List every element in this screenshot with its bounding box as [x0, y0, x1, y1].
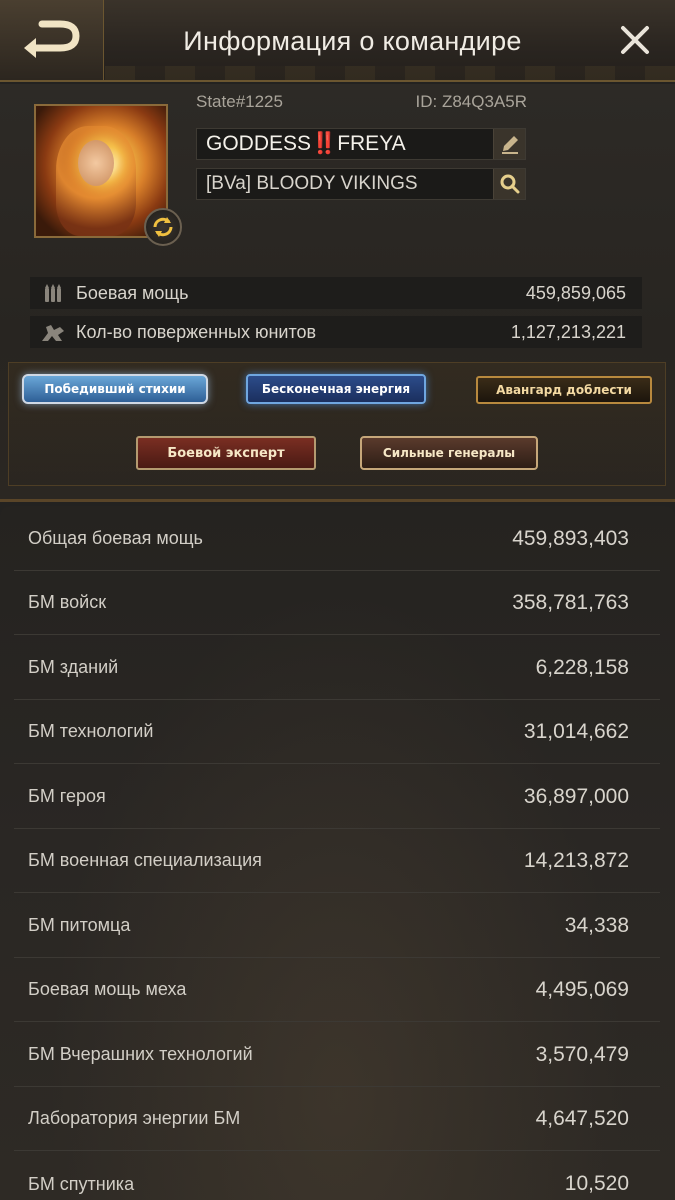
stat-label: Кол-во поверженных юнитов: [76, 321, 317, 342]
back-button[interactable]: [0, 0, 104, 80]
stat-value: 459,859,065: [525, 282, 626, 303]
row-label: БМ войск: [28, 592, 107, 612]
list-item: Боевая мощь меха 4,495,069: [14, 958, 660, 1022]
alliance-field: [BVa] BLOODY VIKINGS: [196, 168, 526, 200]
row-label: Лаборатория энергии БМ: [28, 1108, 241, 1128]
commander-id: ID: Z84Q3A5R: [415, 92, 528, 111]
alliance-name: [BVa] BLOODY VIKINGS: [206, 173, 418, 194]
row-label: БМ зданий: [28, 657, 119, 677]
list-item: БМ спутника 10,520: [14, 1152, 660, 1200]
row-label: Общая боевая мощь: [28, 528, 203, 548]
refresh-icon: [153, 217, 173, 237]
list-item: БМ питомца 34,338: [14, 894, 660, 958]
row-value: 36,897,000: [523, 784, 629, 808]
search-icon: [500, 174, 519, 194]
list-item: Лаборатория энергии БМ 4,647,520: [14, 1087, 660, 1151]
row-label: БМ спутника: [28, 1173, 135, 1194]
row-value: 4,495,069: [535, 977, 629, 1001]
back-arrow-icon: [23, 20, 80, 58]
defeated-soldier-icon: [42, 325, 64, 341]
search-alliance-button[interactable]: [493, 169, 525, 199]
row-value: 14,213,872: [523, 848, 629, 872]
change-avatar-button[interactable]: [144, 208, 182, 246]
stat-value: 1,127,213,221: [510, 321, 626, 342]
name-part-2: FREYA: [337, 132, 406, 155]
pencil-icon: [501, 136, 518, 154]
badge-valor-vanguard[interactable]: Авангард доблести: [476, 376, 652, 404]
row-value: 3,570,479: [535, 1042, 629, 1066]
stat-units-defeated: Кол-во поверженных юнитов 1,127,213,221: [30, 316, 642, 348]
row-label: БМ питомца: [28, 915, 131, 935]
edit-name-button[interactable]: [493, 129, 525, 159]
name-emoji: ‼️: [311, 132, 338, 155]
row-value: 34,338: [564, 913, 629, 937]
row-label: БМ Вчерашних технологий: [28, 1044, 253, 1064]
achievement-badges: Победивший стихии Бесконечная энергия Ав…: [0, 362, 675, 488]
list-item: БМ военная специализация 14,213,872: [14, 829, 660, 893]
commander-name-field: GODDESS‼️FREYA: [196, 128, 526, 160]
list-item: БМ технологий 31,014,662: [14, 700, 660, 764]
row-value: 10,520: [564, 1172, 629, 1195]
power-breakdown-list[interactable]: Общая боевая мощь 459,893,403 БМ войск 3…: [0, 506, 675, 1200]
state-label: State#1225: [196, 92, 283, 111]
badge-strong-generals[interactable]: Сильные генералы: [360, 436, 538, 470]
badge-combat-expert[interactable]: Боевой эксперт: [136, 436, 316, 470]
list-item: БМ зданий 6,228,158: [14, 636, 660, 700]
bullets-icon: [45, 284, 61, 302]
row-value: 6,228,158: [535, 655, 629, 679]
commander-profile-panel: State#1225 ID: Z84Q3A5R GODDESS‼️FREYA […: [0, 84, 675, 502]
name-part-1: GODDESS: [206, 132, 312, 155]
row-label: БМ технологий: [28, 721, 154, 741]
row-value: 4,647,520: [535, 1106, 629, 1130]
list-item: БМ героя 36,897,000: [14, 765, 660, 829]
row-label: Боевая мощь меха: [28, 979, 187, 999]
header-bar: Информация о командире: [0, 0, 675, 82]
commander-name: GODDESS‼️FREYA: [197, 132, 493, 156]
close-button[interactable]: [617, 22, 653, 58]
row-label: БМ героя: [28, 786, 106, 806]
list-item: Общая боевая мощь 459,893,403: [14, 507, 660, 571]
list-item: БМ войск 358,781,763: [14, 571, 660, 635]
page-title: Информация о командире: [183, 25, 522, 56]
badge-infinite-energy[interactable]: Бесконечная энергия: [246, 374, 426, 404]
stat-combat-power: Боевая мощь 459,859,065: [30, 277, 642, 309]
avatar-face: [78, 140, 114, 186]
stat-label: Боевая мощь: [76, 282, 189, 303]
row-label: БМ военная специализация: [28, 850, 262, 870]
badge-elements-conqueror[interactable]: Победивший стихии: [22, 374, 208, 404]
close-icon: [621, 26, 649, 54]
row-value: 31,014,662: [523, 719, 629, 743]
row-value: 459,893,403: [512, 526, 629, 550]
row-value: 358,781,763: [512, 590, 629, 614]
list-item: БМ Вчерашних технологий 3,570,479: [14, 1023, 660, 1087]
